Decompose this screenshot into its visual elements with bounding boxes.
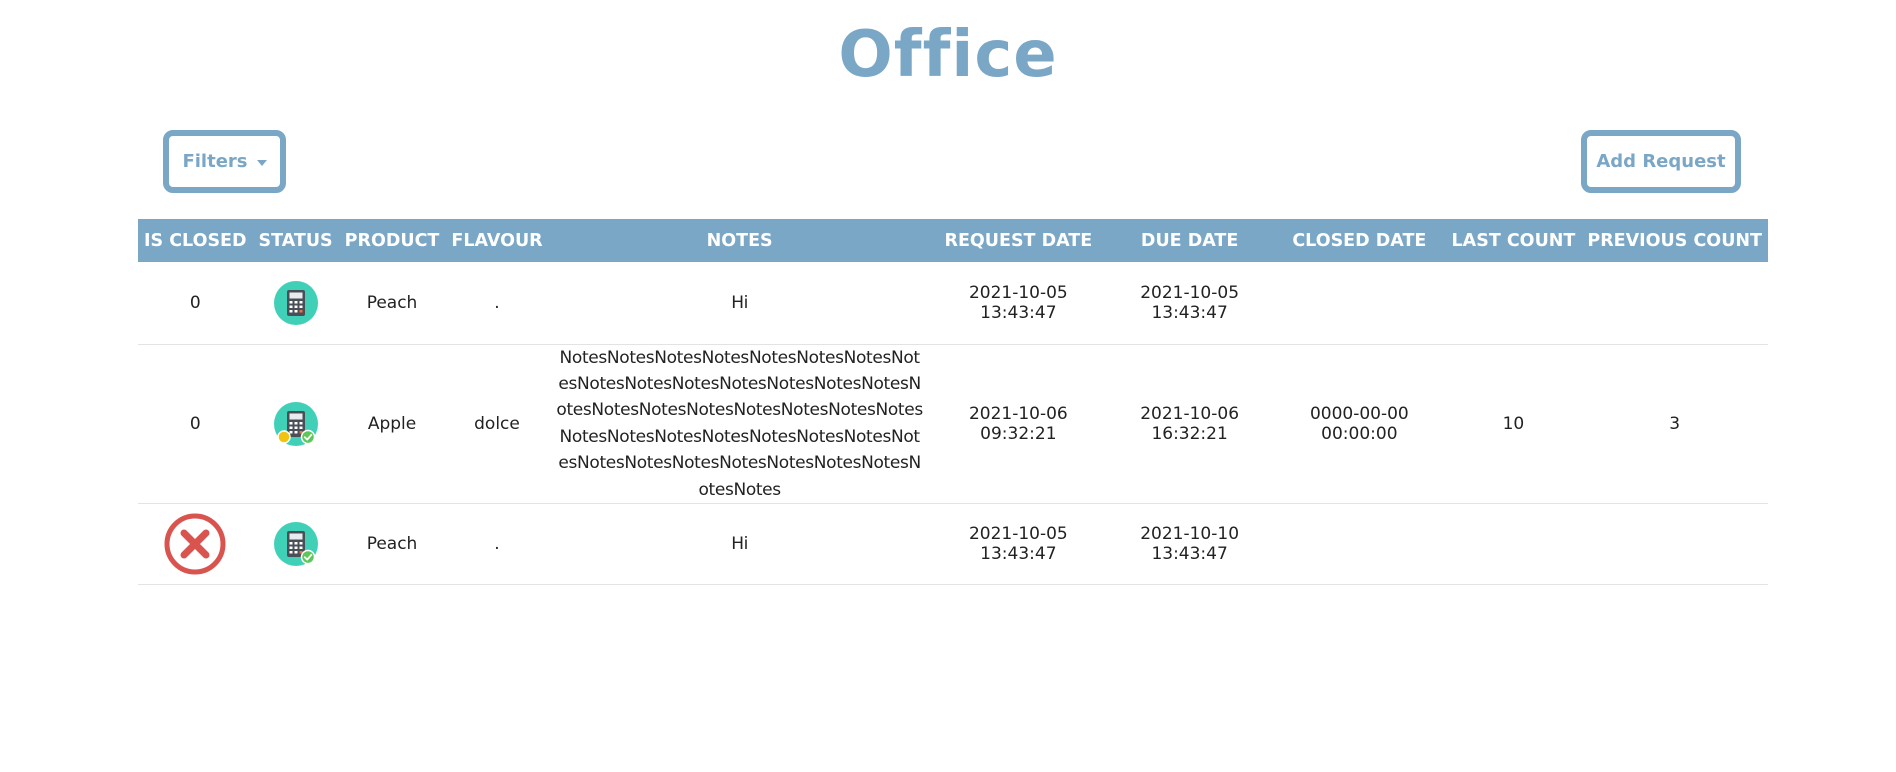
cell-product: Apple xyxy=(338,344,446,504)
cell-previous-count: 3 xyxy=(1581,344,1768,504)
cell-request-date: 2021-10-05 13:43:47 xyxy=(930,503,1107,585)
table-row[interactable]: 0 xyxy=(138,344,1768,504)
cell-due-date: 2021-10-10 13:43:47 xyxy=(1106,503,1274,585)
cell-status xyxy=(252,344,339,504)
cell-due-date: 2021-10-05 13:43:47 xyxy=(1106,262,1274,345)
header-flavour[interactable]: FLAVOUR xyxy=(445,219,548,262)
cell-notes: NotesNotesNotesNotesNotesNotesNotesNotes… xyxy=(548,344,931,504)
cell-closed-date: 0000-00-00 00:00:00 xyxy=(1273,344,1446,504)
header-status[interactable]: STATUS xyxy=(253,219,339,262)
notes-text: Hi xyxy=(731,533,749,554)
cell-is-closed: 0 xyxy=(138,262,253,345)
header-last-count[interactable]: LAST COUNT xyxy=(1446,219,1582,262)
cell-flavour: . xyxy=(445,503,549,585)
filters-button-label: Filters xyxy=(182,151,248,172)
table-row[interactable]: Peach . Hi 2021-10-05 13:43:47 2021-10-1… xyxy=(138,503,1768,585)
add-request-button[interactable]: Add Request xyxy=(1581,130,1741,193)
page-title: Office xyxy=(838,18,1058,92)
requests-table: IS CLOSED STATUS PRODUCT FLAVOUR NOTES R… xyxy=(138,219,1768,585)
cell-status xyxy=(252,503,339,585)
cell-notes: Hi xyxy=(548,262,931,345)
cell-last-count: 10 xyxy=(1445,344,1582,504)
table-row[interactable]: 0 xyxy=(138,262,1768,345)
cell-last-count xyxy=(1445,262,1582,345)
cell-previous-count xyxy=(1581,262,1768,345)
header-product[interactable]: PRODUCT xyxy=(339,219,446,262)
cell-due-date: 2021-10-06 16:32:21 xyxy=(1106,344,1274,504)
page: Office Filters Add Request IS CLOSED STA… xyxy=(0,0,1896,772)
header-due-date[interactable]: DUE DATE xyxy=(1106,219,1273,262)
cell-request-date: 2021-10-06 09:32:21 xyxy=(930,344,1107,504)
cell-last-count xyxy=(1445,503,1582,585)
cell-status xyxy=(252,262,339,345)
cell-request-date: 2021-10-05 13:43:47 xyxy=(930,262,1107,345)
cell-notes: Hi xyxy=(548,503,931,585)
close-circle-icon[interactable] xyxy=(163,512,227,576)
cell-is-closed xyxy=(138,503,253,585)
notes-text: Hi xyxy=(731,292,749,313)
cell-closed-date xyxy=(1273,262,1446,345)
cell-product: Peach xyxy=(338,503,446,585)
calculator-icon[interactable] xyxy=(273,280,318,325)
header-request-date[interactable]: REQUEST DATE xyxy=(931,219,1106,262)
header-closed-date[interactable]: CLOSED DATE xyxy=(1273,219,1445,262)
caret-down-icon xyxy=(256,159,267,166)
header-is-closed[interactable]: IS CLOSED xyxy=(138,219,253,262)
cell-is-closed: 0 xyxy=(138,344,253,504)
cell-previous-count xyxy=(1581,503,1768,585)
header-notes[interactable]: NOTES xyxy=(549,219,931,262)
cell-product: Peach xyxy=(338,262,446,345)
cell-flavour: . xyxy=(445,262,549,345)
cell-flavour: dolce xyxy=(445,344,549,504)
notes-text: NotesNotesNotesNotesNotesNotesNotesNotes… xyxy=(556,347,923,500)
table-header-row: IS CLOSED STATUS PRODUCT FLAVOUR NOTES R… xyxy=(138,219,1768,262)
add-request-label: Add Request xyxy=(1596,151,1726,172)
filters-button[interactable]: Filters xyxy=(163,130,286,193)
header-previous-count[interactable]: PREVIOUS COUNT xyxy=(1581,219,1768,262)
cell-closed-date xyxy=(1273,503,1446,585)
calculator-approved-icon[interactable] xyxy=(273,521,318,566)
calculator-pending-approved-icon[interactable] xyxy=(273,401,318,446)
